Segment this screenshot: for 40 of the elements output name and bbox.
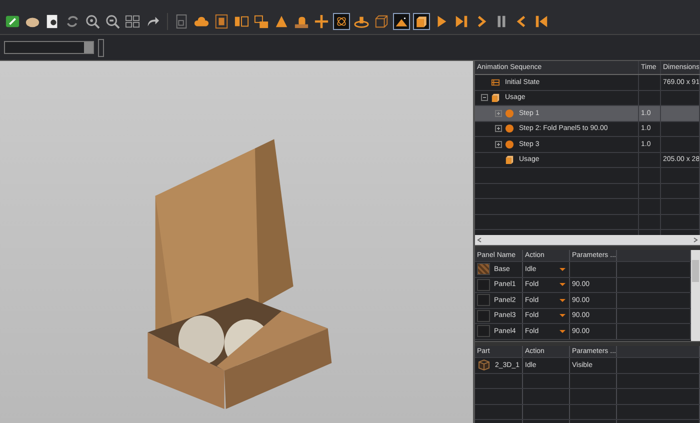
scroll-right-icon[interactable] — [692, 237, 698, 243]
cube-icon — [505, 155, 514, 164]
play-to-end-icon[interactable] — [453, 13, 470, 30]
dropdown-icon[interactable] — [559, 283, 566, 286]
dropdown-icon[interactable] — [559, 314, 566, 318]
move-icon[interactable] — [313, 13, 330, 30]
cube-icon — [491, 93, 500, 102]
combo-box[interactable] — [4, 41, 94, 54]
skip-to-start-icon[interactable] — [533, 13, 550, 30]
color-swatch[interactable] — [477, 325, 490, 338]
texture-swatch[interactable] — [477, 263, 490, 276]
stack-icon[interactable] — [253, 13, 270, 30]
circle-icon — [505, 140, 514, 149]
landscape-icon[interactable] — [393, 13, 410, 30]
dropdown-icon[interactable] — [559, 298, 566, 302]
box-icon — [477, 358, 491, 372]
color-swatch[interactable] — [477, 278, 490, 291]
dropdown-icon[interactable] — [559, 330, 566, 333]
wireframe-cube-icon[interactable] — [373, 13, 390, 30]
vertical-scrollbar[interactable] — [691, 250, 700, 341]
expander-icon[interactable] — [495, 125, 502, 132]
expander-icon[interactable] — [495, 140, 502, 148]
scroll-left-icon[interactable] — [477, 237, 483, 243]
zoom-out-icon[interactable] — [104, 13, 121, 30]
horizontal-scrollbar[interactable] — [475, 235, 700, 245]
expander-icon[interactable] — [481, 94, 488, 102]
zoom-in-icon[interactable] — [84, 13, 101, 30]
panels-icon[interactable] — [213, 13, 230, 30]
circle-icon — [505, 124, 514, 134]
toggle-slot[interactable] — [98, 38, 104, 56]
orbit-icon[interactable] — [333, 13, 350, 30]
solid-cube-icon[interactable] — [413, 13, 430, 30]
frame-icon — [491, 78, 500, 87]
3d-viewport[interactable] — [0, 61, 475, 423]
rotate-icon[interactable] — [64, 13, 81, 30]
color-swatch[interactable] — [477, 294, 490, 306]
grid-icon[interactable] — [124, 13, 141, 30]
color-swatch[interactable] — [477, 310, 490, 322]
circle-icon — [505, 108, 514, 118]
dropdown-icon[interactable] — [559, 268, 566, 271]
